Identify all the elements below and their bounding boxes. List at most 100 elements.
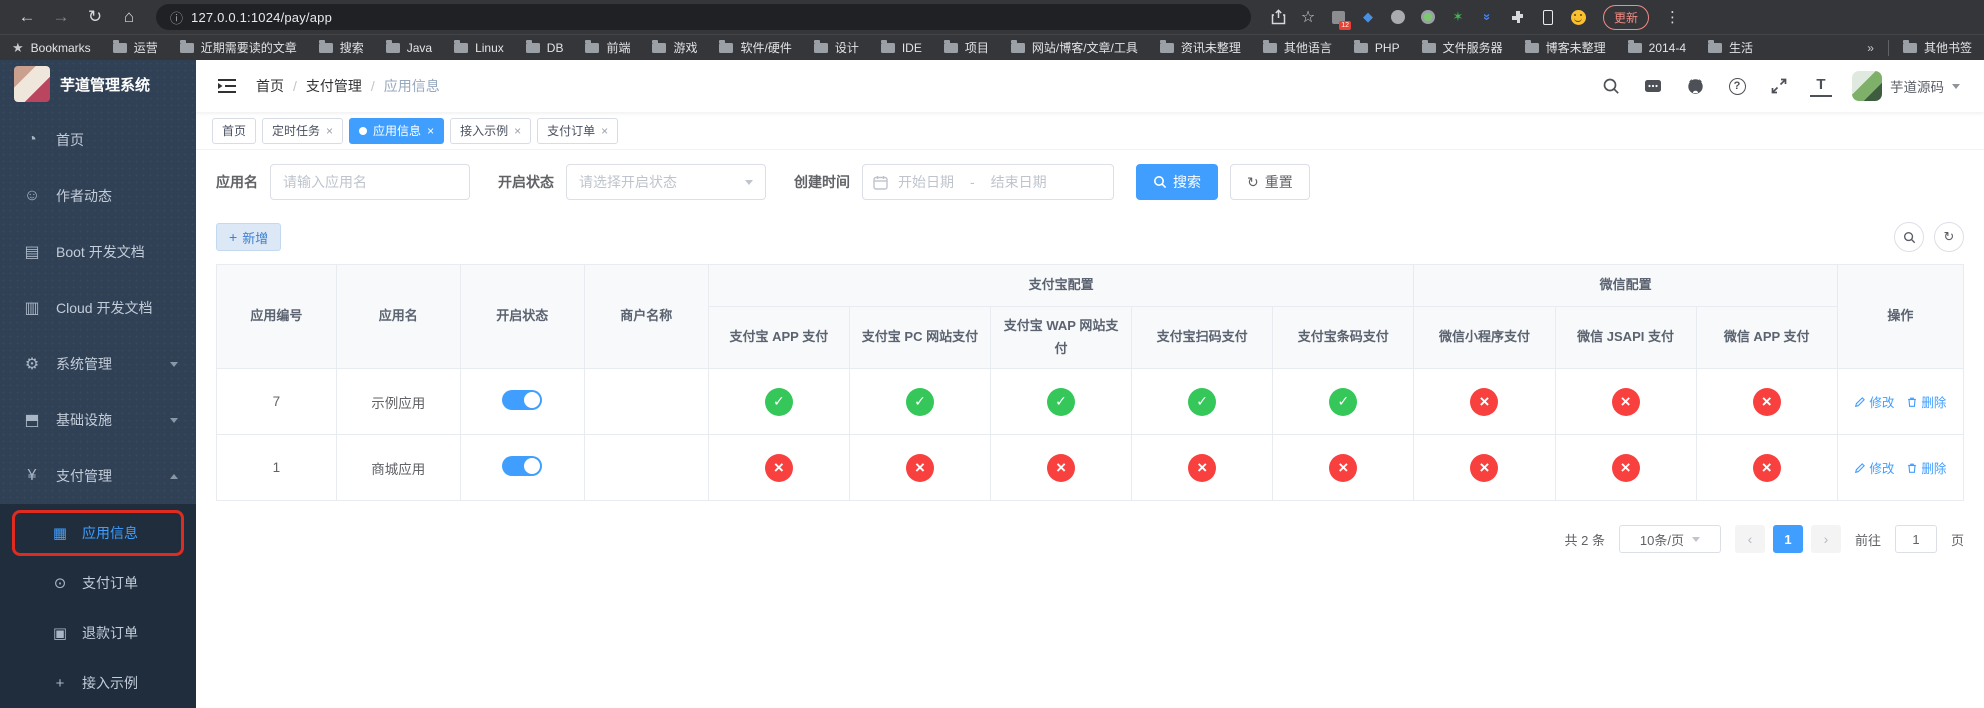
tab-label: 接入示例 — [460, 124, 509, 138]
edit-link[interactable]: 修改 — [1854, 458, 1894, 477]
app-name-input[interactable] — [270, 164, 470, 200]
github-icon[interactable] — [1684, 75, 1706, 97]
bookmark-folder[interactable]: 运营 — [112, 39, 158, 56]
close-icon[interactable]: × — [601, 124, 608, 138]
delete-link[interactable]: 删除 — [1906, 392, 1946, 411]
date-range-picker[interactable]: 开始日期 - 结束日期 — [862, 164, 1114, 200]
extension-calendar-icon[interactable]: 12 — [1329, 8, 1351, 30]
share-icon[interactable] — [1269, 8, 1287, 26]
sidebar-item-支付管理[interactable]: ¥ 支付管理 — [0, 448, 196, 504]
sidebar-item-Boot 开发文档[interactable]: ▤ Boot 开发文档 — [0, 224, 196, 280]
close-icon[interactable]: × — [326, 124, 333, 138]
extension-chevrons-icon[interactable]: » — [1479, 8, 1497, 26]
bookmarks-root[interactable]: ★ Bookmarks — [12, 40, 91, 56]
bookmark-folder[interactable]: Linux — [454, 39, 504, 55]
status-select[interactable]: 请选择开启状态 — [566, 164, 766, 200]
message-icon[interactable] — [1642, 75, 1664, 97]
chrome-menu-icon[interactable]: ⋮ — [1661, 8, 1684, 26]
sidebar-subitem-接入示例[interactable]: + 接入示例 — [0, 658, 196, 708]
bookmark-folder[interactable]: 文件服务器 — [1421, 39, 1503, 56]
sidebar-item-首页[interactable]: ◔ 首页 — [0, 112, 196, 168]
extension-star-icon[interactable]: ✶ — [1449, 8, 1467, 26]
cell-channel: × — [989, 434, 1133, 501]
tab-定时任务[interactable]: 定时任务 × — [262, 117, 344, 144]
tab-应用信息[interactable]: 应用信息 × — [349, 117, 445, 144]
breadcrumb-pay[interactable]: 支付管理 — [306, 76, 362, 96]
site-info-icon[interactable]: ⓘ — [170, 8, 183, 27]
extension-wheel-icon[interactable] — [1389, 8, 1407, 26]
bookmarks-overflow-icon[interactable]: » — [1867, 41, 1874, 55]
search-button[interactable]: 搜索 — [1136, 164, 1218, 200]
address-bar[interactable]: ⓘ 127.0.0.1:1024/pay/app — [156, 4, 1251, 30]
sidebar-subitem-退款订单[interactable]: ▣ 退款订单 — [0, 608, 196, 658]
bookmark-label: 生活 — [1729, 41, 1754, 55]
bookmark-folder[interactable]: IDE — [880, 39, 922, 55]
extensions-puzzle-icon[interactable] — [1509, 8, 1527, 26]
reload-icon[interactable]: ↻ — [80, 4, 110, 30]
home-icon[interactable]: ⌂ — [114, 4, 144, 30]
bookmark-folder[interactable]: 生活 — [1708, 39, 1753, 56]
edit-link[interactable]: 修改 — [1854, 392, 1894, 411]
fullscreen-icon[interactable] — [1768, 75, 1790, 97]
bookmark-folder[interactable]: 网站/博客/文章/工具 — [1010, 39, 1138, 56]
sidebar-subitem-应用信息[interactable]: ▦ 应用信息 — [0, 508, 196, 558]
close-icon[interactable]: × — [514, 124, 521, 138]
sidebar-item-Cloud 开发文档[interactable]: ▥ Cloud 开发文档 — [0, 280, 196, 336]
tab-首页[interactable]: 首页 — [212, 117, 257, 144]
status-toggle[interactable] — [502, 456, 543, 476]
extension-ring-icon[interactable] — [1419, 8, 1437, 26]
bookmark-folder[interactable]: 游戏 — [652, 39, 697, 56]
sidebar-item-系统管理[interactable]: ⚙ 系统管理 — [0, 336, 196, 392]
user-menu[interactable]: 芋道源码 — [1852, 71, 1960, 101]
folder-icon — [454, 39, 469, 53]
prev-page-button[interactable]: ‹ — [1734, 525, 1765, 553]
bookmark-folder[interactable]: 前端 — [585, 39, 630, 56]
extension-drop-icon[interactable]: ◆ — [1359, 8, 1377, 26]
bookmark-folder[interactable]: 博客未整理 — [1524, 39, 1606, 56]
toggle-search-icon[interactable] — [1894, 222, 1924, 252]
bookmark-folder[interactable]: DB — [525, 39, 563, 55]
collapse-sidebar-icon[interactable] — [216, 76, 238, 96]
bookmark-folder[interactable]: 项目 — [943, 39, 989, 56]
monitor-icon: ⬒ — [24, 412, 40, 429]
goto-page-input[interactable] — [1894, 525, 1937, 553]
bookmark-folder[interactable]: 资讯未整理 — [1159, 39, 1241, 56]
status-toggle[interactable] — [502, 390, 543, 410]
page-size-select[interactable]: 10条/页 — [1618, 525, 1721, 553]
bookmark-folder[interactable]: PHP — [1353, 39, 1400, 55]
bookmark-folder[interactable]: 其他语言 — [1262, 39, 1332, 56]
page-content: 应用名 开启状态 请选择开启状态 创建时间 开始日期 - 结束日期 搜索 — [196, 150, 1984, 708]
extension-emoji-icon[interactable] — [1569, 8, 1587, 26]
bookmark-folder[interactable]: Java — [385, 39, 432, 55]
forward-icon[interactable]: → — [46, 4, 76, 30]
sidebar-subitem-支付订单[interactable]: ⊙ 支付订单 — [0, 558, 196, 608]
delete-link[interactable]: 删除 — [1906, 458, 1946, 477]
page-1-button[interactable]: 1 — [1772, 525, 1803, 553]
sidebar-item-基础设施[interactable]: ⬒ 基础设施 — [0, 392, 196, 448]
font-size-icon[interactable]: T — [1810, 75, 1832, 97]
chrome-update-button[interactable]: 更新 — [1603, 4, 1650, 30]
breadcrumb-home[interactable]: 首页 — [256, 76, 284, 96]
extension-phone-icon[interactable] — [1539, 8, 1557, 26]
bookmark-folder[interactable]: 搜索 — [318, 39, 364, 56]
sidebar-item-作者动态[interactable]: ☺ 作者动态 — [0, 168, 196, 224]
close-icon[interactable]: × — [427, 124, 434, 138]
sidebar-logo[interactable]: 芋道管理系统 — [0, 60, 196, 108]
bookmark-folder[interactable]: 设计 — [813, 39, 859, 56]
help-icon[interactable]: ? — [1726, 75, 1748, 97]
back-icon[interactable]: ← — [12, 4, 42, 30]
search-icon[interactable] — [1600, 75, 1622, 97]
other-bookmarks[interactable]: 其他书签 — [1902, 39, 1972, 56]
bookmark-folder[interactable]: 2014-4 — [1627, 39, 1686, 55]
bookmark-folder[interactable]: 软件/硬件 — [719, 39, 792, 56]
add-button[interactable]: + 新增 — [216, 223, 282, 251]
next-page-button[interactable]: › — [1810, 525, 1841, 553]
tab-接入示例[interactable]: 接入示例 × — [450, 117, 532, 144]
url-text[interactable]: 127.0.0.1:1024/pay/app — [191, 10, 332, 25]
toggle-knob — [524, 392, 541, 408]
tab-支付订单[interactable]: 支付订单 × — [537, 117, 619, 144]
bookmark-star-icon[interactable]: ☆ — [1299, 8, 1317, 26]
bookmark-folder[interactable]: 近期需要读的文章 — [179, 39, 297, 56]
refresh-table-icon[interactable]: ↻ — [1934, 222, 1964, 252]
reset-button[interactable]: ↻ 重置 — [1230, 164, 1310, 200]
